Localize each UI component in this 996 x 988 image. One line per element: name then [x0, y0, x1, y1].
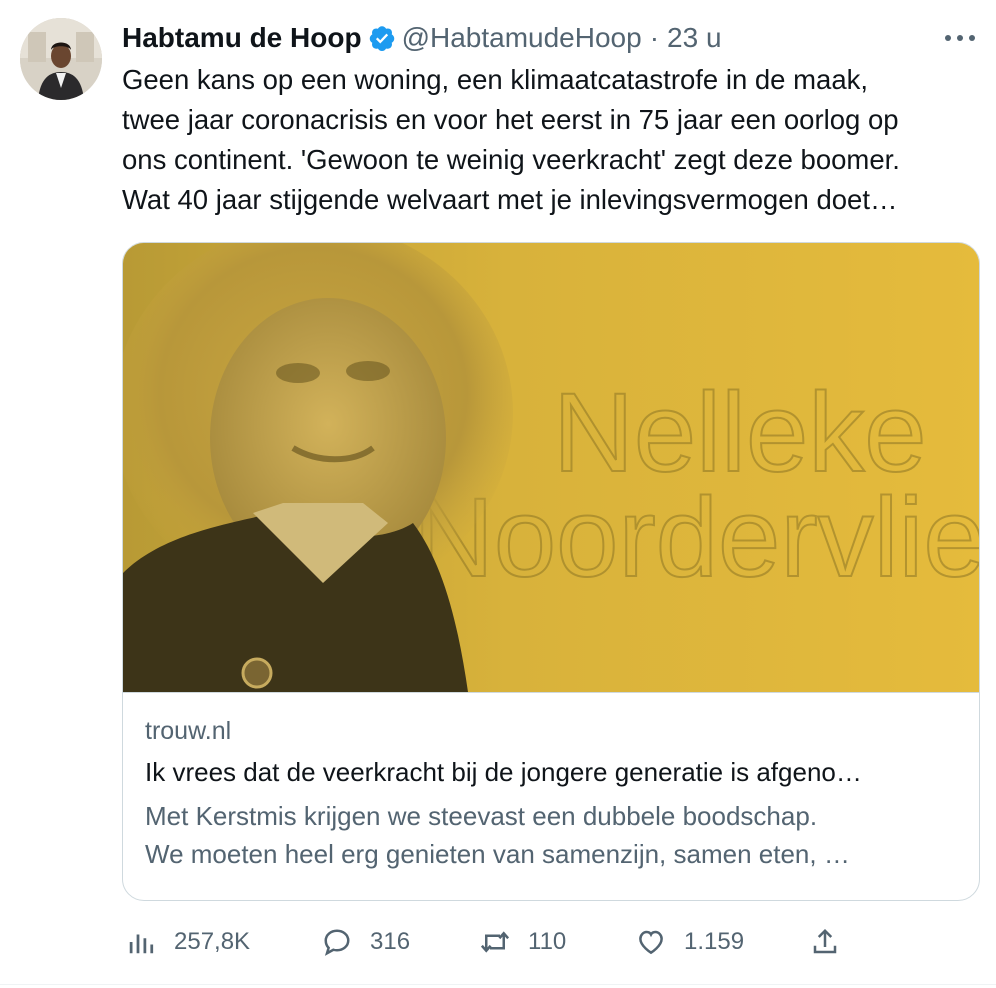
like-button[interactable]: 1.159	[636, 918, 744, 966]
avatar[interactable]	[20, 18, 102, 100]
verified-badge-icon	[368, 24, 396, 52]
card-domain: trouw.nl	[145, 717, 232, 745]
card-image-text-2: Noordervliet	[413, 475, 979, 600]
card-description-line: We moeten heel erg genieten van samenzij…	[145, 839, 850, 869]
views-count: 257,8K	[174, 928, 251, 955]
author-handle[interactable]: @HabtamudeHoop	[402, 22, 642, 54]
heart-icon	[639, 930, 663, 955]
card-description-line: Met Kerstmis krijgen we steevast een dub…	[145, 801, 818, 831]
analytics-icon	[129, 934, 154, 954]
retweet-button[interactable]: 110	[480, 918, 566, 966]
divider	[0, 984, 996, 985]
tweet-time[interactable]: 23 u	[667, 22, 722, 54]
retweet-count: 110	[528, 928, 567, 955]
share-button[interactable]	[810, 918, 858, 966]
tweet-text-line: Geen kans op een woning, een klimaatcata…	[122, 64, 869, 95]
card-body[interactable]: trouw.nl Ik vrees dat de veerkracht bij …	[123, 692, 979, 900]
profile-photo-icon	[20, 18, 102, 100]
tweet-actions: 257,8K 316 110 1.159	[122, 918, 982, 966]
like-count: 1.159	[684, 928, 745, 955]
card-title: Ik vrees dat de veerkracht bij de jonger…	[145, 757, 862, 787]
share-icon	[813, 928, 837, 954]
tweet-text: Geen kans op een woning, een klimaatcata…	[122, 60, 982, 220]
more-options-button[interactable]	[936, 22, 984, 54]
tweet-text-line: Wat 40 jaar stijgende welvaart met je in…	[122, 184, 898, 215]
tweet: Habtamu de Hoop @HabtamudeHoop · 23 u Ge…	[0, 0, 996, 988]
card-image[interactable]: Nelleke Noordervliet	[123, 243, 979, 692]
reply-button[interactable]: 316	[322, 918, 410, 966]
link-card[interactable]: Nelleke Noordervliet trouw.nl Ik vrees d…	[122, 242, 980, 901]
reply-icon	[324, 929, 350, 956]
retweet-icon	[480, 931, 510, 953]
separator-dot: ·	[649, 22, 660, 53]
author-name[interactable]: Habtamu de Hoop	[122, 22, 362, 54]
card-description: Met Kerstmis krijgen we steevast een dub…	[145, 797, 850, 873]
ellipsis-icon	[945, 35, 975, 41]
tweet-text-line: ons continent. 'Gewoon te weinig veerkra…	[122, 144, 900, 175]
tweet-header: Habtamu de Hoop @HabtamudeHoop · 23 u	[122, 20, 722, 56]
views-button[interactable]: 257,8K	[126, 918, 250, 966]
reply-count: 316	[370, 928, 411, 955]
tweet-text-line: twee jaar coronacrisis en voor het eerst…	[122, 104, 899, 135]
